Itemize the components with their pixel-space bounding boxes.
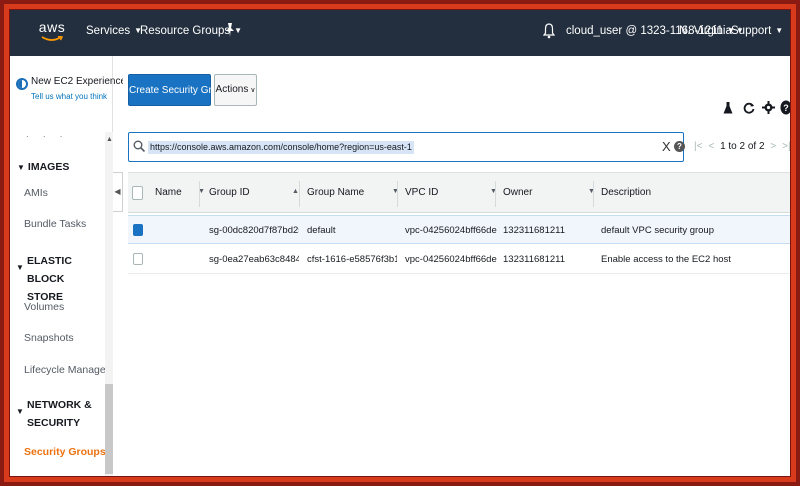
column-divider <box>495 181 496 207</box>
svg-text:?: ? <box>783 103 789 113</box>
sidebar-item-snapshots[interactable]: Snapshots <box>24 332 74 344</box>
row-checkbox[interactable] <box>133 253 143 265</box>
section-title: IMAGES <box>27 161 70 173</box>
sidebar-section-elastic-block-store[interactable]: ▼ ELASTIC BLOCK STORE <box>16 252 112 306</box>
column-label: Description <box>601 187 652 198</box>
column-label: VPC ID <box>405 187 439 198</box>
sidebar-item-bundle-tasks[interactable]: Bundle Tasks <box>24 218 86 230</box>
search-help-icon[interactable]: ? <box>674 141 685 152</box>
search-icon <box>133 140 145 152</box>
chevron-down-icon: ∨ <box>250 87 256 94</box>
table-row[interactable]: sg-00dc820d7f87bd250 default vpc-0425602… <box>128 215 790 244</box>
pagination-text: 1 to 2 of 2 <box>720 141 765 152</box>
cell-group-id: sg-00dc820d7f87bd250 <box>209 225 299 236</box>
prev-page-icon[interactable]: < <box>708 141 714 152</box>
actions-dropdown-button[interactable]: Actions ∨ <box>214 74 257 106</box>
select-all-checkbox[interactable] <box>132 186 143 200</box>
column-header-group-name[interactable]: Group Name ▼ <box>307 187 399 198</box>
column-divider <box>593 181 594 207</box>
pin-icon[interactable] <box>224 22 236 38</box>
cell-description: default VPC security group <box>601 225 715 236</box>
column-divider <box>299 181 300 207</box>
console-window: aws Services ▼ Resource Groups ▼ cloud_use… <box>9 9 791 477</box>
last-page-icon[interactable]: >| <box>782 141 790 152</box>
help-icon[interactable]: ? <box>780 100 791 115</box>
cell-group-name: cfst-1616-e58576f3b11b4b1... <box>307 254 397 265</box>
first-page-icon[interactable]: |< <box>694 141 702 152</box>
services-label: Services <box>86 25 131 37</box>
column-label: Group ID <box>209 187 250 198</box>
resource-groups-label: Resource Groups <box>140 25 231 37</box>
chevron-down-icon: ▼ <box>775 26 784 36</box>
actions-label: Actions <box>215 84 249 95</box>
section-title-line-2: SECURITY <box>27 417 81 429</box>
section-title-line-1: NETWORK & <box>27 399 92 411</box>
sidebar-item-security-groups[interactable]: Security Groups <box>24 446 106 458</box>
feedback-link[interactable]: Tell us what you think <box>31 92 107 101</box>
aws-smile-icon <box>41 36 63 41</box>
search-filter-input[interactable]: https://console.aws.amazon.com/console/h… <box>128 132 685 162</box>
search-value[interactable]: https://console.aws.amazon.com/console/h… <box>148 141 414 154</box>
cell-description: Enable access to the EC2 host <box>601 254 731 265</box>
flask-icon[interactable] <box>723 101 733 115</box>
next-page-icon[interactable]: > <box>770 141 776 152</box>
column-divider <box>397 181 398 207</box>
bell-icon[interactable] <box>543 23 555 39</box>
cell-owner: 132311681211 <box>503 254 565 265</box>
column-label: Name <box>155 187 182 198</box>
caret-down-icon: ▼ <box>16 263 24 272</box>
cell-vpc-id: vpc-04256024bff66de2c <box>405 254 497 265</box>
sort-ascending-icon[interactable]: ▲ <box>292 188 299 195</box>
sidebar-item-amis[interactable]: AMIs <box>24 187 48 199</box>
column-label: Owner <box>503 187 533 198</box>
services-menu[interactable]: Services ▼ <box>86 25 142 37</box>
column-header-vpc-id[interactable]: VPC ID ▼ <box>405 187 497 198</box>
section-title-line-1: ELASTIC BLOCK <box>27 255 72 285</box>
aws-logo-text: aws <box>38 19 66 35</box>
support-label: Support <box>731 25 772 37</box>
create-security-group-button[interactable]: Create Security Group <box>128 74 229 106</box>
sidebar-scrollbar-thumb[interactable] <box>105 384 113 474</box>
toggle-icon[interactable] <box>16 78 28 90</box>
table-header: Name ▼ Group ID ▲ Group Name ▼ VPC ID ▼ <box>128 172 790 213</box>
column-label: Group Name <box>307 187 365 198</box>
cell-owner: 132311681211 <box>503 225 565 236</box>
scroll-up-icon[interactable]: ▲ <box>106 136 113 143</box>
caret-down-icon: ▼ <box>17 163 25 172</box>
table-row[interactable]: sg-0ea27eab63c84846c cfst-1616-e58576f3b… <box>128 245 790 274</box>
column-header-group-id[interactable]: Group ID ▲ <box>209 187 299 198</box>
left-sidebar: New EC2 Experience Tell us what you thin… <box>10 56 126 476</box>
sidebar-item-lifecycle-manager[interactable]: Lifecycle Manager <box>24 364 109 376</box>
pagination: |< < 1 to 2 of 2 > >| <box>691 141 790 152</box>
column-header-description[interactable]: Description <box>601 187 651 198</box>
collapse-sidebar-button[interactable]: ◀ <box>113 172 123 212</box>
clear-search-icon[interactable]: X <box>662 139 671 154</box>
support-menu[interactable]: Support ▼ <box>731 25 783 37</box>
region-label: N. Virginia <box>679 25 732 37</box>
column-divider <box>199 181 200 207</box>
sidebar-item-volumes[interactable]: Volumes <box>24 301 64 313</box>
truncated-items-indicator: · · · <box>26 132 69 141</box>
column-header-name[interactable]: Name ▼ <box>155 187 205 198</box>
ec2-experience-label: New EC2 Experience <box>31 76 127 87</box>
sidebar-section-images[interactable]: ▼ IMAGES <box>17 158 69 177</box>
cell-vpc-id: vpc-04256024bff66de2c <box>405 225 497 236</box>
column-header-owner[interactable]: Owner ▼ <box>503 187 595 198</box>
sidebar-section-network-security[interactable]: ▼ NETWORK & SECURITY <box>16 396 92 432</box>
main-content: Create Security Group Actions ∨ ? https:… <box>123 56 791 476</box>
cell-group-id: sg-0ea27eab63c84846c <box>209 254 299 265</box>
refresh-icon[interactable] <box>742 101 756 115</box>
row-checkbox[interactable] <box>133 224 143 236</box>
caret-down-icon: ▼ <box>16 407 24 416</box>
cell-group-name: default <box>307 225 336 236</box>
chevron-left-icon: ◀ <box>114 187 121 196</box>
aws-logo[interactable]: aws <box>36 19 68 45</box>
top-navigation-bar: aws Services ▼ Resource Groups ▼ cloud_use… <box>10 10 790 56</box>
gear-icon[interactable] <box>762 101 775 114</box>
